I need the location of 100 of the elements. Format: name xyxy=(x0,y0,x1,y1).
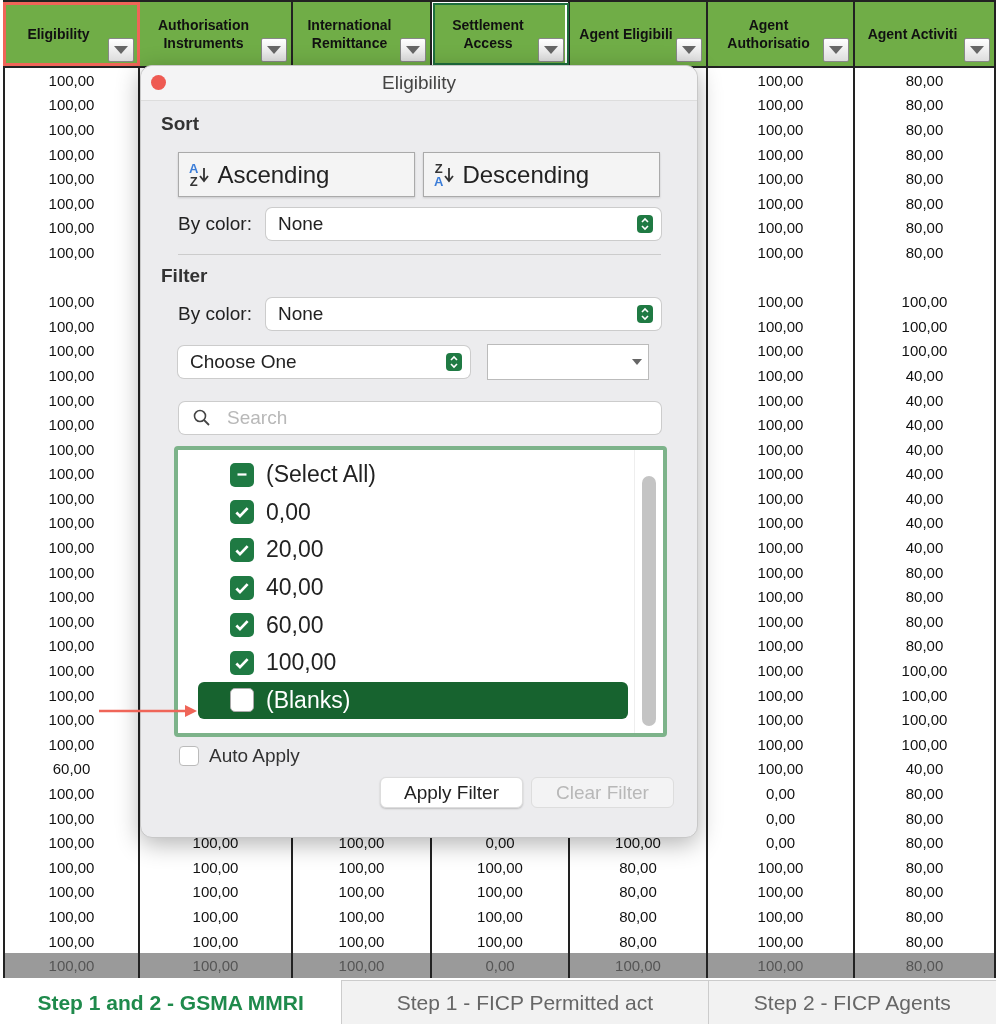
table-cell: 0,00 xyxy=(485,834,515,852)
filter-dropdown-button[interactable] xyxy=(538,38,564,62)
checkbox[interactable] xyxy=(230,500,254,525)
sheet-tab[interactable]: Step 1 and 2 - GSMA MMRI xyxy=(0,980,342,1024)
search-field[interactable]: Search xyxy=(179,402,661,434)
table-cell: 100,00 xyxy=(757,588,804,606)
table-cell: 100,00 xyxy=(757,342,804,360)
table-cell: 100,00 xyxy=(48,170,95,188)
field-label: By color: xyxy=(178,213,252,235)
table-cell: 100,00 xyxy=(192,957,239,975)
condition-select[interactable]: Choose One xyxy=(178,346,470,378)
table-cell: 100,00 xyxy=(338,957,385,975)
scrollbar-thumb[interactable] xyxy=(642,476,656,726)
table-cell: 40,00 xyxy=(905,514,944,532)
table-cell: 100,00 xyxy=(48,637,95,655)
table-cell: 100,00 xyxy=(757,170,804,188)
table-cell: 80,00 xyxy=(905,858,944,876)
table-cell: 100,00 xyxy=(192,932,239,950)
filter-dropdown-button[interactable] xyxy=(108,38,134,62)
table-cell: 100,00 xyxy=(48,932,95,950)
select-all-item[interactable]: (Select All) xyxy=(198,456,628,494)
stepper-icon xyxy=(637,305,653,323)
table-cell: 80,00 xyxy=(905,170,944,188)
color-select[interactable]: None xyxy=(265,208,661,240)
table-cell: 80,00 xyxy=(905,219,944,237)
table-cell: 100,00 xyxy=(48,145,95,163)
checkbox[interactable] xyxy=(230,538,254,562)
table-cell: 100,00 xyxy=(757,539,804,557)
table-cell: 100,00 xyxy=(338,883,385,901)
value-list-item[interactable]: (Blanks) xyxy=(198,681,628,720)
table-cell: 100,00 xyxy=(338,858,385,876)
sheet-tab[interactable]: Step 2 - FICP Agents xyxy=(707,981,996,1024)
table-cell: 40,00 xyxy=(905,366,944,384)
table-cell: 100,00 xyxy=(48,539,95,557)
filter-dropdown-button[interactable] xyxy=(823,38,849,62)
table-cell: 100,00 xyxy=(48,834,95,852)
column-header[interactable]: Authorisation Instruments xyxy=(140,2,293,66)
table-cell: 100,00 xyxy=(757,194,804,212)
value-list-item[interactable]: 100,00 xyxy=(198,643,628,682)
table-cell: 80,00 xyxy=(619,908,657,925)
table-cell: 100,00 xyxy=(757,932,804,950)
checkbox[interactable] xyxy=(230,462,254,487)
table-cell: 0,00 xyxy=(765,809,796,827)
checkbox[interactable] xyxy=(230,688,254,713)
table-cell: 100,00 xyxy=(757,121,804,138)
checkbox[interactable] xyxy=(230,575,254,600)
filter-dropdown-button[interactable] xyxy=(400,38,426,62)
color-select[interactable]: None xyxy=(265,298,661,330)
stepper-icon xyxy=(446,353,462,371)
value-list-item[interactable]: 20,00 xyxy=(198,531,628,569)
value-list-item[interactable]: 40,00 xyxy=(198,568,628,607)
table-cell: 100,00 xyxy=(757,71,804,89)
table-cell: 100,00 xyxy=(48,194,95,212)
table-cell: 100,00 xyxy=(192,908,239,925)
value-list-item[interactable]: 0,00 xyxy=(198,493,628,532)
table-cell: 80,00 xyxy=(905,809,944,827)
table-cell: 100,00 xyxy=(757,416,804,434)
table-cell: 100,00 xyxy=(757,293,804,311)
table-cell: 0,00 xyxy=(485,957,515,975)
section-label: Sort xyxy=(161,113,200,135)
value-combo-field[interactable] xyxy=(487,344,649,380)
table-cell: 100,00 xyxy=(757,366,804,384)
checkbox[interactable] xyxy=(230,650,254,675)
sort-button[interactable]: Z A Descending xyxy=(423,152,660,197)
table-cell: 100,00 xyxy=(757,219,804,237)
table-cell: 100,00 xyxy=(477,858,523,876)
table-cell: 100,00 xyxy=(757,489,804,507)
sort-button[interactable]: A Z Ascending xyxy=(178,152,415,197)
table-cell: 80,00 xyxy=(619,858,657,876)
checkbox[interactable] xyxy=(179,746,199,766)
table-cell: 100,00 xyxy=(48,735,95,753)
table-cell: 100,00 xyxy=(901,735,948,753)
table-cell: 80,00 xyxy=(905,612,944,630)
value-list-item[interactable]: 60,00 xyxy=(198,606,628,644)
table-cell: 100,00 xyxy=(477,908,523,925)
column-header[interactable]: Agent Activiti xyxy=(855,2,996,66)
column-header[interactable]: International Remittance xyxy=(293,2,432,66)
table-cell: 100,00 xyxy=(48,440,95,458)
table-cell: 80,00 xyxy=(905,563,944,581)
filter-dropdown-button[interactable] xyxy=(964,38,990,62)
close-icon[interactable] xyxy=(151,75,166,90)
column-header[interactable]: Agent Authorisatio xyxy=(708,2,855,66)
table-cell: 100,00 xyxy=(757,908,804,925)
table-cell: 100,00 xyxy=(757,145,804,163)
table-cell: 100,00 xyxy=(757,883,804,901)
table-cell: 80,00 xyxy=(905,71,944,89)
filter-dropdown-button[interactable] xyxy=(676,38,702,62)
sheet-tab[interactable]: Step 1 - FICP Permitted act xyxy=(341,981,708,1024)
table-cell: 100,00 xyxy=(192,883,239,901)
table-cell: 40,00 xyxy=(905,760,944,778)
column-header[interactable]: Settlement Access xyxy=(432,2,570,66)
column-header[interactable]: Agent Eligibili xyxy=(570,2,708,66)
filter-dropdown-button[interactable] xyxy=(261,38,287,62)
table-cell: 100,00 xyxy=(615,834,661,852)
checkbox[interactable] xyxy=(230,613,254,638)
table-cell: 80,00 xyxy=(905,145,944,163)
column-header[interactable]: Eligibility xyxy=(3,2,140,66)
filter-button[interactable]: Apply Filter xyxy=(380,777,523,808)
table-cell: 100,00 xyxy=(48,514,95,532)
table-cell: 100,00 xyxy=(48,588,95,606)
